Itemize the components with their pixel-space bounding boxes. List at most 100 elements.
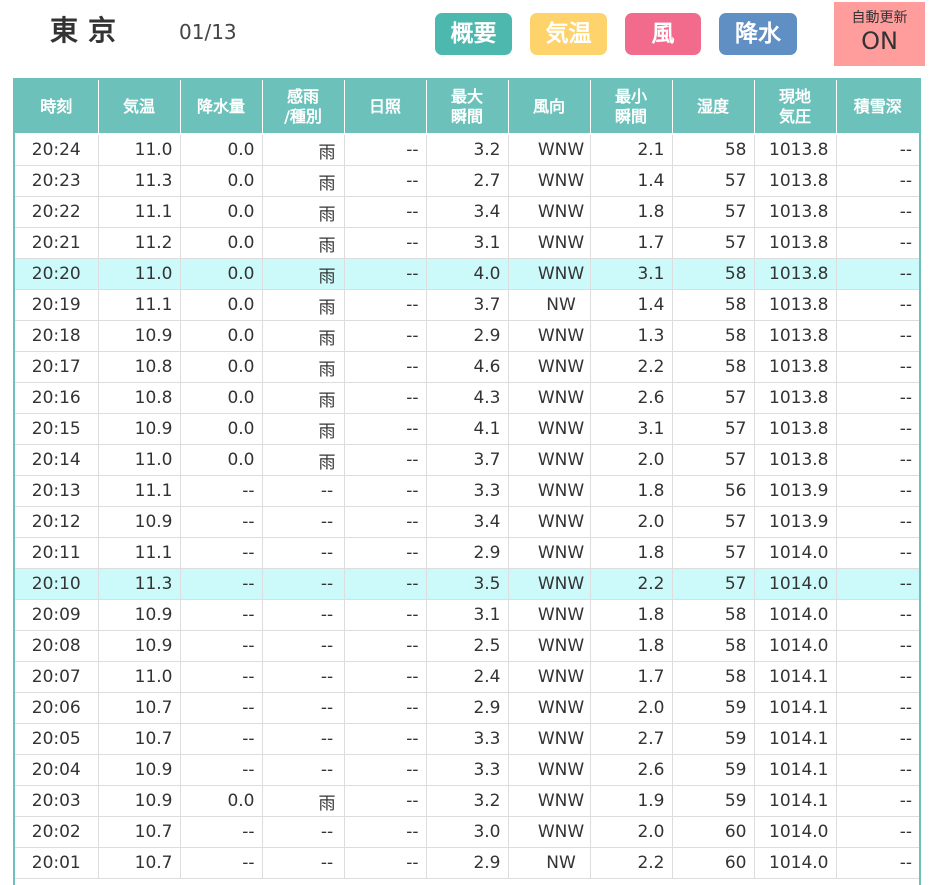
cell-precipitation: 0.0 bbox=[180, 444, 263, 476]
table-row: 20:12 10.9 -- -- -- 3.4 WNW 2.0 57 1013.9 -- bbox=[15, 506, 919, 538]
top-bar: 東京 01/13 概要 気温 風 降水 自動更新 ON bbox=[0, 0, 936, 78]
cell-rain-kind: 雨 bbox=[262, 785, 345, 817]
cell-humidity: 59 bbox=[672, 723, 755, 755]
cell-max-gust: 3.7 bbox=[426, 289, 509, 321]
wind-direction-header: 風向 bbox=[508, 80, 591, 135]
cell-max-gust: 3.1 bbox=[426, 599, 509, 631]
cell-temperature: 10.7 bbox=[98, 816, 181, 848]
snow-depth-header: 積雪深 bbox=[836, 80, 919, 135]
auto-update-toggle[interactable]: 自動更新 ON bbox=[834, 2, 925, 66]
cell-max-gust: 4.3 bbox=[426, 382, 509, 414]
cell-pressure: 1014.0 bbox=[754, 537, 837, 569]
cell-humidity: 57 bbox=[672, 227, 755, 259]
cell-sunshine: -- bbox=[344, 816, 427, 848]
cell-precipitation: -- bbox=[180, 723, 263, 755]
cell-temperature: 11.3 bbox=[98, 568, 181, 600]
cell-sunshine: -- bbox=[344, 320, 427, 352]
cell-wind-direction: WNW bbox=[508, 630, 591, 662]
cell-pressure: 1013.8 bbox=[754, 134, 837, 166]
cell-humidity: 57 bbox=[672, 196, 755, 228]
pressure-header: 現地 気圧 bbox=[754, 80, 837, 135]
cell-max-gust: 3.0 bbox=[426, 816, 509, 848]
cell-precipitation: -- bbox=[180, 661, 263, 693]
tab-precipitation[interactable]: 降水 bbox=[719, 13, 797, 55]
rain-kind-header: 感雨/種別 bbox=[262, 80, 345, 135]
cell-temperature: 11.0 bbox=[98, 444, 181, 476]
cell-max-gust: 2.9 bbox=[426, 320, 509, 352]
cell-pressure: 1014.0 bbox=[754, 599, 837, 631]
cell-sunshine: -- bbox=[344, 661, 427, 693]
cell-humidity: 57 bbox=[672, 568, 755, 600]
cell-precipitation: 0.0 bbox=[180, 320, 263, 352]
cell-wind-direction: WNW bbox=[508, 568, 591, 600]
cell-snow-depth: -- bbox=[836, 506, 919, 538]
cell-min-gust: 1.7 bbox=[590, 661, 673, 693]
cell-humidity: 59 bbox=[672, 692, 755, 724]
cell-max-gust: 2.5 bbox=[426, 630, 509, 662]
cell-humidity: 57 bbox=[672, 382, 755, 414]
cell-max-gust: 2.9 bbox=[426, 692, 509, 724]
cell-wind-direction: WNW bbox=[508, 165, 591, 197]
cell-wind-direction: WNW bbox=[508, 692, 591, 724]
cell-wind-direction: WNW bbox=[508, 227, 591, 259]
time-header: 時刻 bbox=[15, 80, 99, 135]
cell-pressure: 1013.9 bbox=[754, 506, 837, 538]
cell-humidity: 57 bbox=[672, 413, 755, 445]
cell-precipitation: -- bbox=[180, 692, 263, 724]
table-row: 20:07 11.0 -- -- -- 2.4 WNW 1.7 58 1014.1 -- bbox=[15, 661, 919, 693]
table-row: 20:04 10.9 -- -- -- 3.3 WNW 2.6 59 1014.1 -- bbox=[15, 754, 919, 786]
cell-sunshine: -- bbox=[344, 382, 427, 414]
cell-max-gust: 2.9 bbox=[426, 847, 509, 879]
cell-humidity: 57 bbox=[672, 537, 755, 569]
cell-wind-direction: WNW bbox=[508, 413, 591, 445]
table-row: 20:23 11.3 0.0 雨 -- 2.7 WNW 1.4 57 1013.8 -- bbox=[15, 165, 919, 197]
cell-precipitation: -- bbox=[180, 847, 263, 879]
table-row: 20:02 10.7 -- -- -- 3.0 WNW 2.0 60 1014.0 -- bbox=[15, 816, 919, 848]
cell-rain-kind: 雨 bbox=[262, 196, 345, 228]
table-row: 20:18 10.9 0.0 雨 -- 2.9 WNW 1.3 58 1013.8 -- bbox=[15, 320, 919, 352]
cell-pressure: 1014.0 bbox=[754, 630, 837, 662]
tab-temperature[interactable]: 気温 bbox=[530, 13, 607, 55]
cell-min-gust: 1.8 bbox=[590, 537, 673, 569]
cell-pressure: 1014.1 bbox=[754, 661, 837, 693]
cell-min-gust: 1.8 bbox=[590, 630, 673, 662]
date-label: 01/13 bbox=[179, 20, 237, 44]
cell-precipitation: 0.0 bbox=[180, 382, 263, 414]
cell-temperature: 10.9 bbox=[98, 413, 181, 445]
cell-wind-direction: WNW bbox=[508, 444, 591, 476]
cell-snow-depth: -- bbox=[836, 599, 919, 631]
cell-temperature: 11.1 bbox=[98, 537, 181, 569]
cell-min-gust: 1.4 bbox=[590, 165, 673, 197]
table-body: 20:24 11.0 0.0 雨 -- 3.2 WNW 2.1 58 1013.8 -- 20:23 1… bbox=[15, 134, 919, 879]
cell-temperature: 10.9 bbox=[98, 754, 181, 786]
cell-pressure: 1013.8 bbox=[754, 289, 837, 321]
table-row: 20:17 10.8 0.0 雨 -- 4.6 WNW 2.2 58 1013.8 -- bbox=[15, 351, 919, 383]
cell-max-gust: 3.4 bbox=[426, 196, 509, 228]
cell-rain-kind: 雨 bbox=[262, 351, 345, 383]
cell-precipitation: 0.0 bbox=[180, 289, 263, 321]
cell-wind-direction: NW bbox=[508, 847, 591, 879]
cell-time: 20:24 bbox=[15, 134, 99, 166]
cell-rain-kind: 雨 bbox=[262, 134, 345, 166]
cell-precipitation: 0.0 bbox=[180, 785, 263, 817]
table-row: 20:09 10.9 -- -- -- 3.1 WNW 1.8 58 1014.0 -- bbox=[15, 599, 919, 631]
cell-wind-direction: WNW bbox=[508, 754, 591, 786]
cell-wind-direction: WNW bbox=[508, 723, 591, 755]
tab-wind[interactable]: 風 bbox=[625, 13, 701, 55]
cell-min-gust: 3.1 bbox=[590, 413, 673, 445]
cell-temperature: 11.0 bbox=[98, 258, 181, 290]
cell-rain-kind: -- bbox=[262, 692, 345, 724]
table-header: 時刻 気温 降水量 感雨/種別 日照 最大 瞬間 風向 最小 瞬間 湿度 現地 気圧 積雪深 bbox=[15, 80, 919, 135]
cell-temperature: 10.9 bbox=[98, 599, 181, 631]
cell-precipitation: -- bbox=[180, 599, 263, 631]
cell-snow-depth: -- bbox=[836, 227, 919, 259]
cell-humidity: 60 bbox=[672, 847, 755, 879]
cell-humidity: 58 bbox=[672, 320, 755, 352]
cell-humidity: 58 bbox=[672, 258, 755, 290]
cell-wind-direction: NW bbox=[508, 289, 591, 321]
cell-snow-depth: -- bbox=[836, 165, 919, 197]
cell-wind-direction: WNW bbox=[508, 475, 591, 507]
cell-rain-kind: 雨 bbox=[262, 320, 345, 352]
cell-pressure: 1013.8 bbox=[754, 320, 837, 352]
tab-overview[interactable]: 概要 bbox=[435, 13, 512, 55]
